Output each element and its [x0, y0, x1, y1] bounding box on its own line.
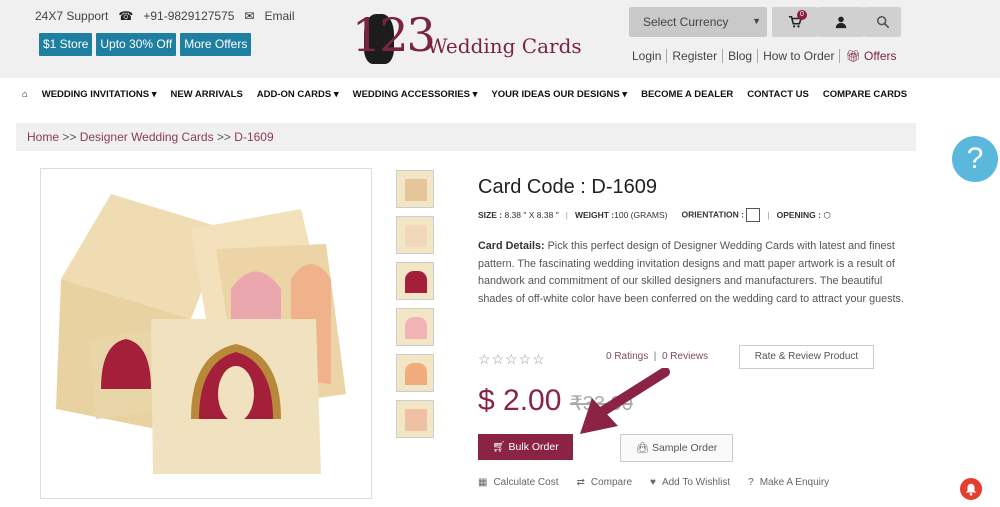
- size-label: SIZE :: [478, 210, 503, 220]
- heart-icon: ♥: [650, 477, 656, 488]
- promo-dollar-store[interactable]: $1 Store: [39, 33, 93, 56]
- ratings-count[interactable]: 0 Ratings: [606, 351, 648, 362]
- how-to-order-link[interactable]: How to Order: [757, 49, 839, 63]
- nav-add-on-cards[interactable]: ADD-ON CARDS ▾: [257, 89, 339, 100]
- product-price: $ 2.00: [478, 384, 562, 417]
- bulk-order-label: Bulk Order: [508, 441, 559, 453]
- reviews-count[interactable]: 0 Reviews: [662, 351, 708, 362]
- cart-button[interactable]: 0: [772, 7, 818, 37]
- thumbnail[interactable]: [396, 354, 434, 392]
- pointer-arrow-icon: [580, 368, 670, 434]
- nav-your-ideas[interactable]: YOUR IDEAS OUR DESIGNS ▾: [491, 89, 627, 100]
- phone-number[interactable]: +91-9829127575: [143, 9, 234, 23]
- weight-value: 100 (GRAMS): [614, 210, 668, 220]
- details-label: Card Details:: [478, 240, 545, 252]
- user-icon: [835, 16, 847, 29]
- main-nav: ⌂ WEDDING INVITATIONS ▾ NEW ARRIVALS ADD…: [0, 78, 1000, 110]
- nav-new-arrivals[interactable]: NEW ARRIVALS: [170, 89, 242, 100]
- promo-more-offers[interactable]: More Offers: [180, 33, 252, 56]
- opening-label: OPENING :: [776, 209, 821, 220]
- currency-select[interactable]: Select Currency ▼: [629, 7, 767, 37]
- box-opening-icon: ⬡: [823, 209, 831, 220]
- login-link[interactable]: Login: [632, 49, 666, 63]
- nav-compare-cards[interactable]: COMPARE CARDS: [823, 89, 907, 100]
- breadcrumb: Home >> Designer Wedding Cards >> D-1609: [16, 123, 916, 151]
- thumbnail[interactable]: [396, 262, 434, 300]
- cart-icon: 🛒︎: [492, 441, 509, 453]
- account-links: Login Register Blog How to Order 🎁︎ Offe…: [632, 49, 902, 63]
- breadcrumb-sep: >>: [62, 130, 77, 144]
- product-main-image[interactable]: [40, 168, 372, 499]
- product-description: Card Details: Pick this perfect design o…: [478, 238, 906, 308]
- product-tools: ▦ Calculate Cost ⇄ Compare ♥ Add To Wishlis…: [478, 477, 829, 488]
- site-logo[interactable]: 123 Wedding Cards: [352, 8, 592, 74]
- phone-icon: ☎: [118, 9, 134, 23]
- thumbnail[interactable]: [396, 170, 434, 208]
- support-label: 24X7 Support: [35, 9, 109, 23]
- top-header: 24X7 Support ☎ +91-9829127575 ✉ Email $1…: [0, 0, 1000, 78]
- breadcrumb-home[interactable]: Home: [27, 130, 59, 144]
- breadcrumb-current: D-1609: [234, 130, 274, 144]
- help-button[interactable]: ?: [952, 136, 998, 182]
- calculator-icon: ▦: [478, 477, 488, 488]
- nav-wedding-accessories[interactable]: WEDDING ACCESSORIES ▾: [353, 89, 478, 100]
- calculate-cost-label: Calculate Cost: [493, 477, 559, 488]
- caret-down-icon: ▼: [752, 16, 761, 26]
- breadcrumb-category[interactable]: Designer Wedding Cards: [80, 130, 214, 144]
- offers-label: Offers: [864, 49, 897, 63]
- account-button[interactable]: [818, 7, 864, 37]
- calculate-cost-link[interactable]: ▦ Calculate Cost: [478, 477, 558, 488]
- card-illustration: [41, 169, 371, 498]
- logo-number: 123: [352, 8, 436, 62]
- size-value: 8.38 " X 8.38 ": [504, 210, 559, 220]
- blog-link[interactable]: Blog: [722, 49, 757, 63]
- sample-order-button[interactable]: 👜︎ Sample Order: [620, 434, 733, 462]
- bell-icon: [965, 483, 977, 496]
- wishlist-link[interactable]: ♥ Add To Wishlist: [650, 477, 730, 488]
- thumbnail[interactable]: [396, 308, 434, 346]
- nav-become-dealer[interactable]: BECOME A DEALER: [641, 89, 733, 100]
- square-orientation-icon: [746, 208, 761, 222]
- search-button[interactable]: [864, 7, 901, 37]
- weight-label: WEIGHT :: [574, 210, 615, 220]
- rate-review-button[interactable]: Rate & Review Product: [739, 345, 874, 369]
- gift-icon: 🎁︎: [845, 49, 865, 63]
- logo-text: Wedding Cards: [427, 34, 582, 58]
- register-link[interactable]: Register: [666, 49, 722, 63]
- rating-counts: 0 Ratings | 0 Reviews: [606, 351, 709, 362]
- enquiry-label: Make A Enquiry: [759, 477, 830, 488]
- promo-links: $1 Store Upto 30% Off More Offers: [39, 33, 252, 56]
- exchange-icon: ⇄: [576, 477, 585, 488]
- cart-count-badge: 0: [797, 10, 807, 20]
- currency-placeholder: Select Currency: [643, 15, 729, 29]
- wishlist-label: Add To Wishlist: [661, 477, 731, 488]
- product-specs: SIZE : 8.38 " X 8.38 " | WEIGHT :100 (GR…: [478, 208, 831, 222]
- star-rating[interactable]: ☆☆☆☆☆: [478, 351, 546, 368]
- support-bar: 24X7 Support ☎ +91-9829127575 ✉ Email: [35, 9, 295, 23]
- offers-link[interactable]: 🎁︎ Offers: [839, 49, 901, 63]
- compare-label: Compare: [590, 477, 633, 488]
- email-link[interactable]: Email: [265, 9, 295, 23]
- product-title: Card Code : D-1609: [478, 176, 657, 198]
- breadcrumb-sep: >>: [216, 130, 231, 144]
- orientation-label: ORIENTATION :: [681, 209, 744, 220]
- search-icon: [876, 15, 889, 29]
- enquiry-link[interactable]: ? Make A Enquiry: [748, 477, 829, 488]
- notification-bell-button[interactable]: [958, 476, 984, 502]
- bulk-order-button[interactable]: 🛒︎ Bulk Order: [478, 434, 573, 460]
- thumbnail[interactable]: [396, 400, 434, 438]
- thumbnail[interactable]: [396, 216, 434, 254]
- email-icon: ✉: [244, 9, 255, 23]
- sample-order-label: Sample Order: [651, 442, 718, 454]
- question-icon: ?: [748, 477, 754, 488]
- nav-wedding-invitations[interactable]: WEDDING INVITATIONS ▾: [42, 89, 157, 100]
- compare-link[interactable]: ⇄ Compare: [576, 477, 632, 488]
- nav-contact-us[interactable]: CONTACT US: [747, 89, 809, 100]
- promo-discount[interactable]: Upto 30% Off: [96, 33, 177, 56]
- thumbnail-list: [396, 170, 434, 446]
- bag-icon: 👜︎: [635, 442, 652, 454]
- home-icon[interactable]: ⌂: [22, 89, 28, 100]
